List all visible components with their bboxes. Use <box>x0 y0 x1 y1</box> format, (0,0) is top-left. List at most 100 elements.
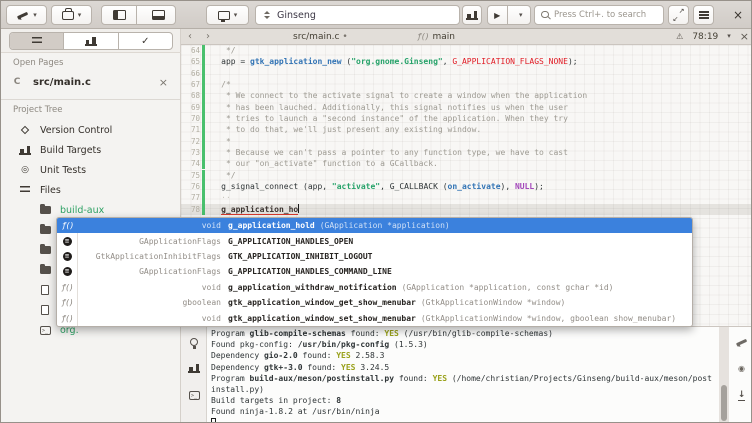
bulb-icon <box>190 338 198 346</box>
code-line[interactable]: 75 */ <box>181 170 752 181</box>
completion-row[interactable]: ≡GApplicationFlagsG_APPLICATION_HANDLES_… <box>57 264 692 279</box>
code-line[interactable]: 76 g_signal_connect (app, "activate", G_… <box>181 181 752 192</box>
output-scrollbar[interactable] <box>719 327 729 422</box>
completion-return-type: void <box>78 283 228 292</box>
code-line[interactable]: 70 * tries to launch a "second instance"… <box>181 113 752 124</box>
window-close-button[interactable]: × <box>728 5 748 25</box>
device-dropdown-button[interactable]: ▾ <box>206 5 249 25</box>
toggle-left-panel-button[interactable] <box>102 6 137 24</box>
scrollbar-thumb[interactable] <box>721 385 727 421</box>
tree-item-files[interactable]: Files <box>1 180 180 200</box>
nav-forward-button[interactable]: › <box>199 31 217 42</box>
vcs-change-bar <box>202 135 205 146</box>
code-line[interactable]: 68 * We connect to the activate signal t… <box>181 90 752 101</box>
build-view-button[interactable] <box>64 33 118 49</box>
open-page-item[interactable]: C src/main.c × <box>1 71 180 93</box>
vcs-change-bar <box>202 204 205 215</box>
build-output-tab-button[interactable] <box>184 358 204 378</box>
vcs-change-bar <box>202 45 205 56</box>
menu-button[interactable] <box>693 5 714 25</box>
run-options-button[interactable]: ▾ <box>512 6 531 24</box>
c-language-icon: C <box>7 77 27 87</box>
code-line[interactable]: 73 * Because we can't pass a pointer to … <box>181 147 752 158</box>
terminal-tab-button[interactable]: >_ <box>184 385 204 405</box>
completion-popup: ƒ()voidg_application_hold(GApplication *… <box>56 217 693 327</box>
output-line: Dependency gtk+-3.0 found: YES 3.24.5 <box>211 362 714 373</box>
close-document-button[interactable]: × <box>740 30 749 43</box>
chevron-down-icon: ▾ <box>78 12 82 19</box>
document-title[interactable]: src/main.c • <box>293 32 348 42</box>
code-line[interactable]: ◉78 g_application_ho <box>181 204 752 215</box>
pages-view-button[interactable] <box>10 33 64 49</box>
chevron-down-icon: ▾ <box>519 12 523 19</box>
edit-mode-dropdown-button[interactable]: ▾ <box>6 5 47 25</box>
build-targets-icon <box>19 146 31 155</box>
messages-tab-button[interactable] <box>184 332 204 352</box>
divider <box>1 99 180 100</box>
warning-icon[interactable]: ⚠ <box>676 32 683 41</box>
completion-return-type: void <box>78 221 228 230</box>
code-line[interactable]: 69 * has been lauched. Additionally, thi… <box>181 101 752 112</box>
search-input[interactable] <box>554 10 657 20</box>
vcs-change-bar <box>202 192 205 203</box>
nav-back-button[interactable]: ‹ <box>181 31 199 42</box>
current-symbol-button[interactable]: ƒ() main <box>417 32 455 42</box>
close-page-button[interactable]: × <box>159 76 168 89</box>
checks-view-button[interactable]: ✓ <box>119 33 172 49</box>
function-icon: ƒ() <box>61 298 72 307</box>
completion-row[interactable]: ≡GApplicationFlagsG_APPLICATION_HANDLES_… <box>57 233 692 248</box>
tree-item-unit-tests[interactable]: ◎Unit Tests <box>1 160 180 180</box>
function-icon: ƒ() <box>57 218 78 233</box>
build-icon <box>85 37 97 46</box>
build-pipeline-button[interactable] <box>462 5 482 25</box>
vcs-change-bar <box>202 113 205 124</box>
scroll-to-bottom-button[interactable]: ↓ <box>732 386 751 405</box>
code-line[interactable]: 67 /* <box>181 79 752 90</box>
completion-row[interactable]: ƒ()voidgtk_application_window_set_show_m… <box>57 310 692 325</box>
code-text: * <box>212 137 231 146</box>
search-icon <box>541 11 549 20</box>
record-button[interactable]: ◉ <box>732 359 751 378</box>
code-line[interactable]: 74 * our "on_activate" function to a GCa… <box>181 158 752 169</box>
completion-params: (GtkApplicationWindow *window) <box>421 298 566 307</box>
tree-item-label: build-aux <box>60 205 104 216</box>
code-text: ·· <box>212 193 231 202</box>
code-line[interactable]: 77 ·· <box>181 192 752 203</box>
completion-row[interactable]: ƒ()voidg_application_withdraw_notificati… <box>57 280 692 295</box>
clear-output-button[interactable] <box>732 332 751 351</box>
tree-item-build-targets[interactable]: Build Targets <box>1 140 180 160</box>
vcs-change-bar <box>202 181 205 192</box>
chevron-down-icon: ▾ <box>234 12 238 19</box>
omnibar-project-button[interactable]: Ginseng <box>255 5 460 25</box>
fullscreen-button[interactable] <box>668 5 689 25</box>
block-cursor <box>211 418 216 423</box>
completion-row[interactable]: ƒ()gbooleangtk_application_window_get_sh… <box>57 295 692 310</box>
function-icon: ƒ() <box>417 32 428 41</box>
spinner-icon <box>264 11 270 19</box>
folder-icon <box>38 246 52 254</box>
frame-options-button[interactable]: ▾ <box>727 33 731 40</box>
enum-icon: ≡ <box>63 252 72 261</box>
line-number: 72 <box>181 137 200 146</box>
completion-row[interactable]: ƒ()voidg_application_hold(GApplication *… <box>57 218 692 233</box>
runtime-dropdown-button[interactable]: ▾ <box>51 5 92 25</box>
folder-icon <box>40 266 51 274</box>
code-line[interactable]: 65 app = gtk_application_new ("org.gnome… <box>181 56 752 67</box>
tree-item-version-control[interactable]: Version Control <box>1 120 180 140</box>
code-line[interactable]: 66 <box>181 67 752 78</box>
code-line[interactable]: 71 * to do that, we'll just present any … <box>181 124 752 135</box>
line-number: 76 <box>181 182 200 191</box>
enum-icon: ≡ <box>57 264 78 279</box>
vcs-change-bar <box>202 90 205 101</box>
code-line[interactable]: 64 */ <box>181 45 752 56</box>
toggle-bottom-panel-button[interactable] <box>141 6 175 24</box>
completion-row[interactable]: ≡GtkApplicationInhibitFlagsGTK_APPLICATI… <box>57 249 692 264</box>
code-line[interactable]: 72 * <box>181 135 752 146</box>
build-output-log[interactable]: Program glib-compile-schemas found: YES … <box>211 328 714 423</box>
file-icon <box>38 285 52 295</box>
folder-icon <box>40 206 51 214</box>
build-icon <box>188 364 200 373</box>
global-search <box>534 5 664 25</box>
run-button[interactable]: ▶ <box>488 6 508 24</box>
enum-icon: ≡ <box>57 233 78 248</box>
